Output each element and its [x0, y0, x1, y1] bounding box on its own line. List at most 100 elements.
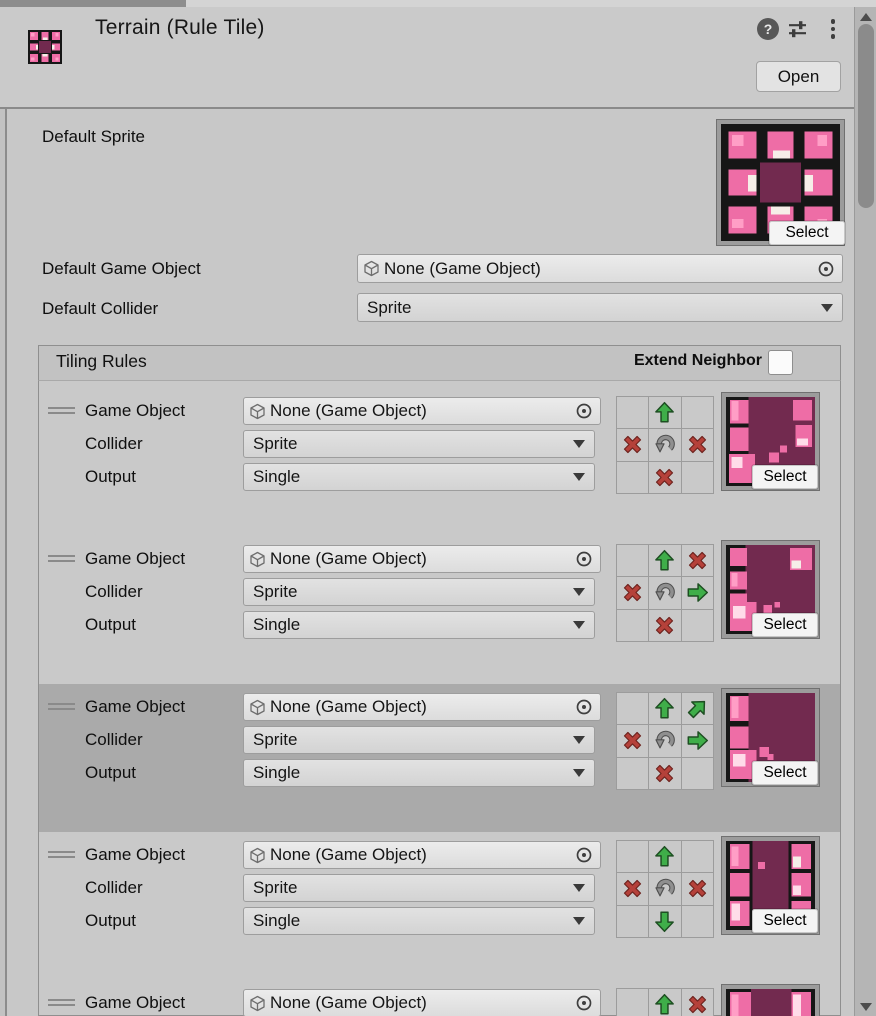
- neighbor-cell[interactable]: [617, 906, 648, 937]
- object-picker-icon[interactable]: [574, 993, 594, 1013]
- neighbor-cell[interactable]: [649, 906, 680, 937]
- xmark-icon: [621, 581, 644, 604]
- neighbor-cell[interactable]: [617, 610, 648, 641]
- tiling-rules-title: Tiling Rules: [56, 351, 147, 372]
- object-picker-icon[interactable]: [574, 697, 594, 717]
- rule-game-object-field[interactable]: None (Game Object): [243, 397, 601, 425]
- neighbor-cell[interactable]: [649, 429, 680, 460]
- rule-sprite-preview[interactable]: Select: [722, 689, 819, 786]
- drag-handle-icon[interactable]: [48, 700, 75, 712]
- tiling-rule-row[interactable]: Game Object Collider Output None (Game O…: [39, 832, 840, 980]
- rule-sprite-preview[interactable]: Select: [722, 985, 819, 1016]
- rule-game-object-field[interactable]: None (Game Object): [243, 693, 601, 721]
- neighbor-cell[interactable]: [682, 397, 713, 428]
- drag-handle-icon[interactable]: [48, 996, 75, 1008]
- rule-collider-dropdown[interactable]: Sprite: [243, 430, 595, 458]
- neighbor-cell[interactable]: [649, 545, 680, 576]
- neighbor-cell[interactable]: [649, 989, 680, 1016]
- neighbor-cell[interactable]: [682, 429, 713, 460]
- rule-game-object-field[interactable]: None (Game Object): [243, 545, 601, 573]
- default-collider-dropdown[interactable]: Sprite: [357, 293, 843, 322]
- neighbor-cell[interactable]: [682, 693, 713, 724]
- object-picker-icon[interactable]: [574, 845, 594, 865]
- neighbor-rule-grid: [616, 544, 714, 642]
- rule-collider-dropdown[interactable]: Sprite: [243, 874, 595, 902]
- object-picker-icon[interactable]: [816, 259, 836, 279]
- neighbor-cell[interactable]: [682, 906, 713, 937]
- rule-collider-label: Collider: [85, 874, 143, 902]
- rule-output-dropdown[interactable]: Single: [243, 611, 595, 639]
- arrow-up-right-icon: [681, 692, 714, 725]
- extend-neighbor-label: Extend Neighbor: [624, 352, 762, 370]
- neighbor-cell[interactable]: [649, 610, 680, 641]
- neighbor-cell[interactable]: [649, 725, 680, 756]
- select-sprite-button[interactable]: Select: [752, 465, 818, 489]
- neighbor-cell[interactable]: [682, 610, 713, 641]
- default-game-object-field[interactable]: None (Game Object): [357, 254, 843, 283]
- neighbor-cell[interactable]: [617, 758, 648, 789]
- open-button[interactable]: Open: [756, 61, 841, 92]
- tiling-rule-row[interactable]: Game Object Collider Output None (Game O…: [39, 980, 840, 1016]
- scroll-up-icon[interactable]: [860, 13, 872, 21]
- neighbor-cell[interactable]: [649, 693, 680, 724]
- neighbor-cell[interactable]: [682, 841, 713, 872]
- scroll-down-icon[interactable]: [860, 1003, 872, 1011]
- object-picker-icon[interactable]: [574, 401, 594, 421]
- select-sprite-button[interactable]: Select: [752, 761, 818, 785]
- neighbor-cell[interactable]: [649, 841, 680, 872]
- neighbor-cell[interactable]: [617, 429, 648, 460]
- object-picker-icon[interactable]: [574, 549, 594, 569]
- rule-output-dropdown[interactable]: Single: [243, 907, 595, 935]
- rule-collider-dropdown[interactable]: Sprite: [243, 726, 595, 754]
- neighbor-cell[interactable]: [649, 462, 680, 493]
- neighbor-cell[interactable]: [649, 873, 680, 904]
- neighbor-cell[interactable]: [617, 725, 648, 756]
- help-icon[interactable]: ?: [757, 18, 779, 40]
- drag-handle-icon[interactable]: [48, 552, 75, 564]
- neighbor-cell[interactable]: [682, 462, 713, 493]
- neighbor-cell[interactable]: [617, 462, 648, 493]
- rule-game-object-field[interactable]: None (Game Object): [243, 989, 601, 1016]
- default-sprite-select-button[interactable]: Select: [769, 221, 845, 245]
- extend-neighbor-checkbox[interactable]: [768, 350, 793, 375]
- rule-output-dropdown[interactable]: Single: [243, 463, 595, 491]
- rule-game-object-label: Game Object: [85, 397, 185, 425]
- rule-sprite-preview[interactable]: Select: [722, 393, 819, 490]
- select-sprite-button[interactable]: Select: [752, 613, 818, 637]
- tiling-rule-row[interactable]: Game Object Collider Output None (Game O…: [39, 684, 840, 832]
- neighbor-cell[interactable]: [617, 545, 648, 576]
- neighbor-cell[interactable]: [617, 693, 648, 724]
- neighbor-cell[interactable]: [617, 989, 648, 1016]
- rule-game-object-label: Game Object: [85, 841, 185, 869]
- neighbor-cell[interactable]: [617, 577, 648, 608]
- neighbor-cell[interactable]: [682, 758, 713, 789]
- neighbor-cell[interactable]: [617, 873, 648, 904]
- neighbor-cell[interactable]: [649, 758, 680, 789]
- tiling-rule-row[interactable]: Game Object Collider Output None (Game O…: [39, 536, 840, 684]
- xmark-icon: [621, 877, 644, 900]
- neighbor-cell[interactable]: [682, 873, 713, 904]
- rule-collider-value: Sprite: [253, 878, 573, 898]
- neighbor-cell[interactable]: [617, 841, 648, 872]
- select-sprite-button[interactable]: Select: [752, 909, 818, 933]
- rule-game-object-field[interactable]: None (Game Object): [243, 841, 601, 869]
- rule-output-dropdown[interactable]: Single: [243, 759, 595, 787]
- neighbor-cell[interactable]: [617, 397, 648, 428]
- neighbor-cell[interactable]: [682, 545, 713, 576]
- neighbor-cell[interactable]: [682, 989, 713, 1016]
- neighbor-cell[interactable]: [649, 577, 680, 608]
- drag-handle-icon[interactable]: [48, 848, 75, 860]
- drag-handle-icon[interactable]: [48, 404, 75, 416]
- rule-sprite-preview[interactable]: Select: [722, 541, 819, 638]
- scrollbar[interactable]: [854, 7, 876, 1016]
- rule-collider-dropdown[interactable]: Sprite: [243, 578, 595, 606]
- presets-icon[interactable]: [787, 19, 808, 40]
- tiling-rule-row[interactable]: Game Object Collider Output None (Game O…: [39, 388, 840, 536]
- scrollbar-thumb[interactable]: [858, 24, 874, 208]
- neighbor-cell[interactable]: [682, 725, 713, 756]
- neighbor-cell[interactable]: [649, 397, 680, 428]
- cube-icon: [249, 847, 266, 864]
- neighbor-cell[interactable]: [682, 577, 713, 608]
- more-menu-icon[interactable]: [827, 18, 839, 40]
- rule-sprite-preview[interactable]: Select: [722, 837, 819, 934]
